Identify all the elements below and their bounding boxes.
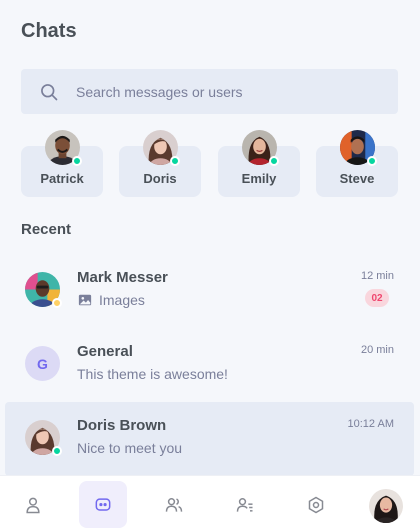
avatar [25,272,62,308]
nav-chats-button[interactable] [79,481,127,528]
chat-item-general[interactable]: G General This theme is awesome! 20 min [5,328,414,402]
chat-app: Chats Patrick [0,0,420,530]
page-title: Chats [21,20,77,42]
chat-list: Mark Messer Images 12 min 02 G General T… [5,254,414,476]
chat-name: Mark Messer [77,269,168,286]
bottom-nav [0,475,420,530]
online-status-dot [170,156,180,166]
avatar [25,420,62,456]
chat-time: 20 min [360,344,394,356]
chat-time: 12 min [360,270,394,282]
unread-badge: 02 [365,289,389,307]
online-status-dot [367,156,377,166]
chat-message-text: Images [99,292,145,308]
groups-icon [165,497,183,512]
online-status-dot [52,446,62,456]
online-users-carousel: Patrick Doris Emily Steve [21,130,398,200]
profile-icon [26,497,40,513]
online-user-name: Emily [241,171,277,186]
online-user-name: Steve [339,171,375,186]
contacts-icon [236,497,253,512]
online-user-doris[interactable]: Doris [119,130,201,197]
image-icon [78,294,92,306]
chat-last-message: Images [77,292,145,308]
chat-name: Doris Brown [77,417,167,434]
chat-message-text: This theme is awesome! [77,366,228,382]
avatar [340,130,377,166]
chat-name: General [77,343,133,360]
nav-user-avatar-button[interactable] [369,489,403,523]
online-user-name: Doris [143,171,177,186]
nav-profile-button[interactable] [9,481,57,528]
online-status-dot [72,156,82,166]
online-user-patrick[interactable]: Patrick [21,130,103,197]
recent-section-title: Recent [21,221,72,238]
chat-item-doris-brown[interactable]: Doris Brown Nice to meet you 10:12 AM [5,402,414,476]
online-user-emily[interactable]: Emily [218,130,300,197]
search-input[interactable] [76,83,356,100]
nav-groups-button[interactable] [150,481,198,528]
user-avatar [369,489,403,523]
nav-contacts-button[interactable] [221,481,269,528]
online-status-dot [269,156,279,166]
avatar [242,130,279,166]
online-user-name: Patrick [40,171,84,186]
chat-item-mark-messer[interactable]: Mark Messer Images 12 min 02 [5,254,414,328]
search-bar[interactable] [21,69,398,114]
search-icon [41,83,58,100]
away-status-dot [52,298,62,308]
chats-icon [95,497,111,511]
chat-last-message: This theme is awesome! [77,366,228,382]
avatar: G [25,346,60,381]
nav-settings-button[interactable] [292,481,340,528]
settings-icon [308,496,324,513]
avatar [45,130,82,166]
chat-last-message: Nice to meet you [77,440,182,456]
avatar [143,130,180,166]
online-user-steve[interactable]: Steve [316,130,398,197]
chat-message-text: Nice to meet you [77,440,183,456]
chat-time: 10:12 AM [347,418,394,430]
group-initial-avatar: G [25,346,60,381]
